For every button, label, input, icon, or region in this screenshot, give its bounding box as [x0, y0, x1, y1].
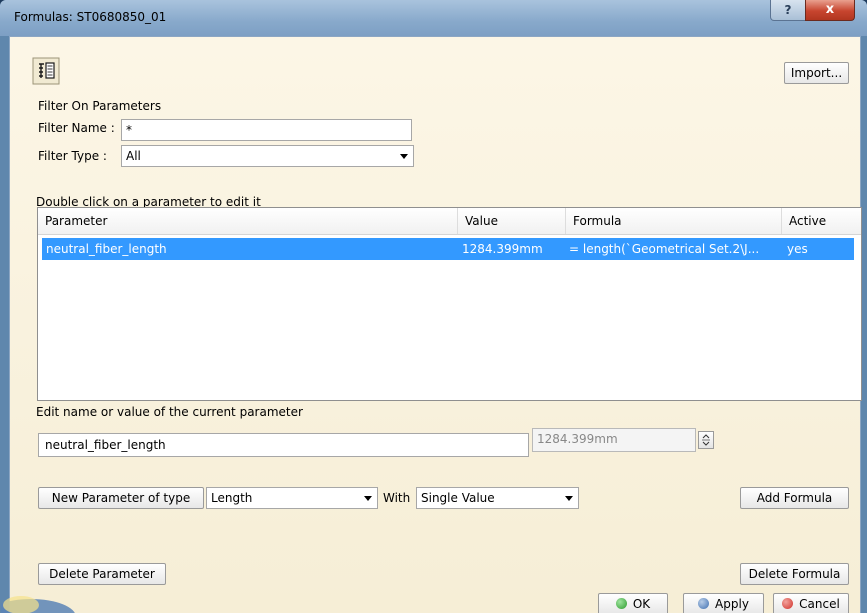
column-header-value[interactable]: Value [458, 208, 566, 234]
stepper-arrows-icon [702, 434, 710, 446]
cancel-label: Cancel [799, 597, 840, 611]
new-parameter-button[interactable]: New Parameter of type [38, 487, 204, 509]
delete-formula-button[interactable]: Delete Formula [740, 563, 849, 585]
parameter-list-header: Parameter Value Formula Active [38, 208, 861, 235]
chevron-down-icon [364, 496, 372, 501]
help-button[interactable]: ? [770, 0, 806, 21]
close-button[interactable]: x [805, 0, 855, 21]
apply-label: Apply [715, 597, 749, 611]
parameter-name-input[interactable]: neutral_fiber_length [38, 433, 529, 457]
add-formula-button[interactable]: Add Formula [740, 487, 849, 509]
chevron-down-icon [400, 154, 408, 159]
parameter-list[interactable]: Parameter Value Formula Active neutral_f… [37, 207, 862, 401]
apply-button[interactable]: Apply [683, 593, 764, 613]
filter-section-label: Filter On Parameters [38, 99, 162, 113]
parameter-type-select[interactable]: Length [206, 487, 378, 509]
row-formula-cell: = length(`Geometrical Set.2\J... [569, 242, 760, 256]
dialog-body: Import... Filter On Parameters Filter Na… [0, 36, 862, 613]
value-stepper[interactable] [698, 431, 714, 449]
with-label: With [383, 491, 411, 505]
chevron-down-icon [565, 496, 573, 501]
ok-button[interactable]: OK [598, 593, 668, 613]
column-header-parameter[interactable]: Parameter [38, 208, 458, 234]
column-header-active[interactable]: Active [782, 208, 861, 234]
filter-list-icon[interactable] [32, 57, 60, 85]
apply-status-icon [698, 598, 710, 609]
ok-label: OK [632, 597, 651, 611]
parameter-type-value: Length [211, 491, 253, 505]
formulas-dialog: Formulas: ST0680850_01 ? x Import... Fil… [0, 0, 867, 613]
filter-type-value: All [126, 149, 141, 163]
column-header-formula[interactable]: Formula [566, 208, 782, 234]
filter-name-label: Filter Name : [38, 121, 115, 135]
value-kind-value: Single Value [421, 491, 495, 505]
parameter-value-input: 1284.399mm [532, 428, 696, 452]
row-value-cell: 1284.399mm [462, 242, 543, 256]
row-parameter-cell: neutral_fiber_length [46, 242, 167, 256]
filter-name-input[interactable]: * [121, 119, 412, 141]
cancel-status-icon [782, 598, 794, 609]
row-active-cell: yes [787, 242, 808, 256]
ok-status-icon [615, 598, 627, 609]
import-button[interactable]: Import... [784, 62, 849, 84]
cancel-button[interactable]: Cancel [773, 593, 849, 613]
filter-type-select[interactable]: All [121, 145, 414, 167]
table-row[interactable]: neutral_fiber_length 1284.399mm = length… [42, 238, 854, 260]
edit-section-label: Edit name or value of the current parame… [36, 405, 303, 419]
decorative-corner-graphic [0, 577, 81, 613]
title-bar[interactable]: Formulas: ST0680850_01 ? x [0, 0, 867, 36]
window-title: Formulas: ST0680850_01 [14, 10, 167, 24]
filter-type-label: Filter Type : [38, 149, 107, 163]
value-kind-select[interactable]: Single Value [416, 487, 579, 509]
